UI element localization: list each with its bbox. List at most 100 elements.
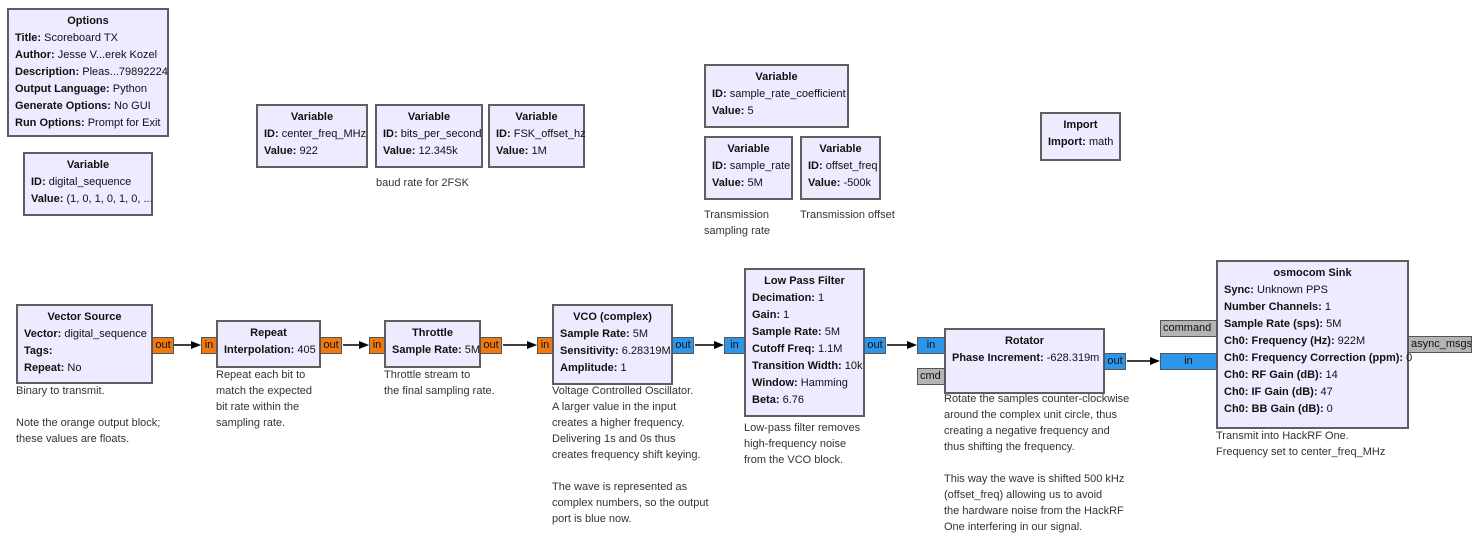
- param-value: 922M: [1334, 335, 1366, 347]
- block-var-offset-freq[interactable]: Variable ID: offset_freq Value: -500k: [800, 136, 881, 200]
- port-cmd[interactable]: cmd: [917, 368, 945, 385]
- block-param: Sensitivity: 6.28319M: [560, 343, 671, 360]
- param-key: Title:: [15, 32, 42, 44]
- param-key: ID:: [712, 160, 727, 172]
- block-comment: Low-pass filter removes high-frequency n…: [744, 422, 861, 466]
- block-param: ID: sample_rate_coefficient: [712, 86, 846, 103]
- param-value: 922: [296, 145, 318, 157]
- param-key: Number Channels:: [1224, 301, 1322, 313]
- param-value: Unknown PPS: [1253, 284, 1328, 296]
- param-value: 5M: [744, 177, 763, 189]
- block-title: Low Pass Filter: [764, 275, 845, 287]
- block-title: Vector Source: [47, 311, 122, 323]
- port-out[interactable]: out: [864, 337, 886, 354]
- block-title: Repeat: [250, 327, 287, 339]
- block-param: Ch0: BB Gain (dB): 0: [1224, 401, 1401, 418]
- port-in[interactable]: in: [369, 337, 385, 354]
- param-value: -628.319m: [1043, 352, 1100, 364]
- param-value: 12.345k: [415, 145, 458, 157]
- port-in[interactable]: in: [537, 337, 553, 354]
- param-value: No: [64, 362, 82, 374]
- block-low-pass-filter[interactable]: Low Pass Filter Decimation: 1 Gain: 1 Sampl…: [744, 268, 865, 417]
- block-vector-source[interactable]: Vector Source Vector: digital_sequence Tag…: [16, 304, 153, 384]
- arrowhead-icon: [527, 341, 537, 349]
- block-param: Ch0: IF Gain (dB): 47: [1224, 384, 1401, 401]
- param-value: 0: [1403, 352, 1413, 364]
- block-param: Sample Rate: 5M: [392, 342, 480, 359]
- block-var-sample-rate[interactable]: Variable ID: sample_rate Value: 5M: [704, 136, 793, 200]
- block-options[interactable]: Options Title: Scoreboard TX Author: Jesse…: [7, 8, 169, 137]
- param-key: Sync:: [1224, 284, 1254, 296]
- block-param: ID: bits_per_second: [383, 126, 481, 143]
- param-key: Interpolation:: [224, 344, 295, 356]
- block-vco[interactable]: VCO (complex) Sample Rate: 5M Sensitivity:…: [552, 304, 673, 385]
- param-value: 1: [814, 292, 825, 304]
- block-osmocom-sink[interactable]: osmocom Sink Sync: Unknown PPS Number Chan…: [1216, 260, 1412, 429]
- param-value: FSK_offset_hz: [510, 128, 586, 140]
- block-var-sample-rate-coefficient[interactable]: Variable ID: sample_rate_coefficient Value…: [704, 64, 849, 128]
- block-param: Sample Rate: 5M: [560, 326, 665, 343]
- param-value: 5: [744, 105, 754, 117]
- block-comment: Voltage Controlled Oscillator. A larger …: [552, 385, 709, 525]
- port-out[interactable]: out: [480, 337, 502, 354]
- param-key: ID:: [264, 128, 279, 140]
- block-param: Output Language: Python: [15, 81, 161, 98]
- port-out[interactable]: out: [152, 337, 174, 354]
- param-value: 5M: [629, 328, 649, 340]
- port-out[interactable]: out: [672, 337, 694, 354]
- block-var-digital-sequence[interactable]: Variable ID: digital_sequence Value: (1, 0…: [23, 152, 153, 216]
- param-key: Vector:: [24, 328, 62, 340]
- block-param: Sample Rate (sps): 5M: [1224, 316, 1401, 333]
- block-param: Ch0: Frequency Correction (ppm): 0: [1224, 350, 1412, 367]
- port-in[interactable]: in: [917, 337, 945, 354]
- port-async_msgs[interactable]: async_msgs: [1408, 336, 1472, 353]
- param-value: digital_sequence: [61, 328, 147, 340]
- block-var-fsk-offset[interactable]: Variable ID: FSK_offset_hz Value: 1M: [488, 104, 586, 168]
- param-value: 5M: [821, 326, 841, 338]
- param-value: Scoreboard TX: [41, 32, 118, 44]
- port-in[interactable]: in: [201, 337, 217, 354]
- block-throttle[interactable]: Throttle Sample Rate: 5M: [384, 320, 481, 368]
- param-value: 1: [1321, 301, 1331, 313]
- param-key: Ch0: Frequency (Hz):: [1224, 335, 1335, 347]
- block-var-bits-per-second[interactable]: Variable ID: bits_per_second Value: 12.345…: [375, 104, 483, 168]
- block-import[interactable]: Import Import: math: [1040, 112, 1121, 161]
- param-value: Jesse V...erek Kozel: [54, 49, 158, 61]
- param-key: Phase Increment:: [952, 352, 1044, 364]
- arrowhead-icon: [1150, 357, 1160, 365]
- block-param: Beta: 6.76: [752, 392, 857, 409]
- block-title: Import: [1063, 119, 1098, 131]
- param-key: Description:: [15, 66, 80, 78]
- param-key: Ch0: Frequency Correction (ppm):: [1224, 352, 1404, 364]
- block-comment: Transmit into HackRF One. Frequency set …: [1216, 430, 1386, 458]
- param-value: 1M: [528, 145, 547, 157]
- port-in[interactable]: in: [724, 337, 745, 354]
- block-param: ID: digital_sequence: [31, 174, 145, 191]
- block-param: Value: (1, 0, 1, 0, 1, 0, ...: [31, 191, 153, 208]
- block-var-center-freq[interactable]: Variable ID: center_freq_MHz Value: 922: [256, 104, 368, 168]
- param-key: Value:: [496, 145, 529, 157]
- block-param: Gain: 1: [752, 307, 857, 324]
- block-param: Value: 1M: [496, 143, 577, 160]
- block-param: Run Options: Prompt for Exit: [15, 115, 161, 132]
- block-param: Sync: Unknown PPS: [1224, 282, 1401, 299]
- block-comment: Transmission sampling rate: [704, 209, 771, 237]
- block-param: ID: center_freq_MHz: [264, 126, 366, 143]
- port-out[interactable]: out: [320, 337, 342, 354]
- block-param: Transition Width: 10k: [752, 358, 863, 375]
- param-value: 1: [617, 362, 627, 374]
- block-param: Cutoff Freq: 1.1M: [752, 341, 857, 358]
- port-out[interactable]: out: [1104, 353, 1126, 370]
- param-key: ID:: [31, 176, 46, 188]
- block-repeat[interactable]: Repeat Interpolation: 405: [216, 320, 321, 368]
- block-param: Value: 5M: [712, 175, 785, 192]
- block-title: Variable: [290, 111, 334, 123]
- param-key: Tags:: [24, 345, 53, 357]
- block-rotator[interactable]: Rotator Phase Increment: -628.319m: [944, 328, 1105, 394]
- block-param: Generate Options: No GUI: [15, 98, 161, 115]
- param-value: 0: [1323, 403, 1333, 415]
- param-key: Repeat:: [24, 362, 65, 374]
- port-in[interactable]: in: [1160, 353, 1217, 370]
- port-command[interactable]: command: [1160, 320, 1217, 337]
- block-title: Variable: [755, 71, 798, 83]
